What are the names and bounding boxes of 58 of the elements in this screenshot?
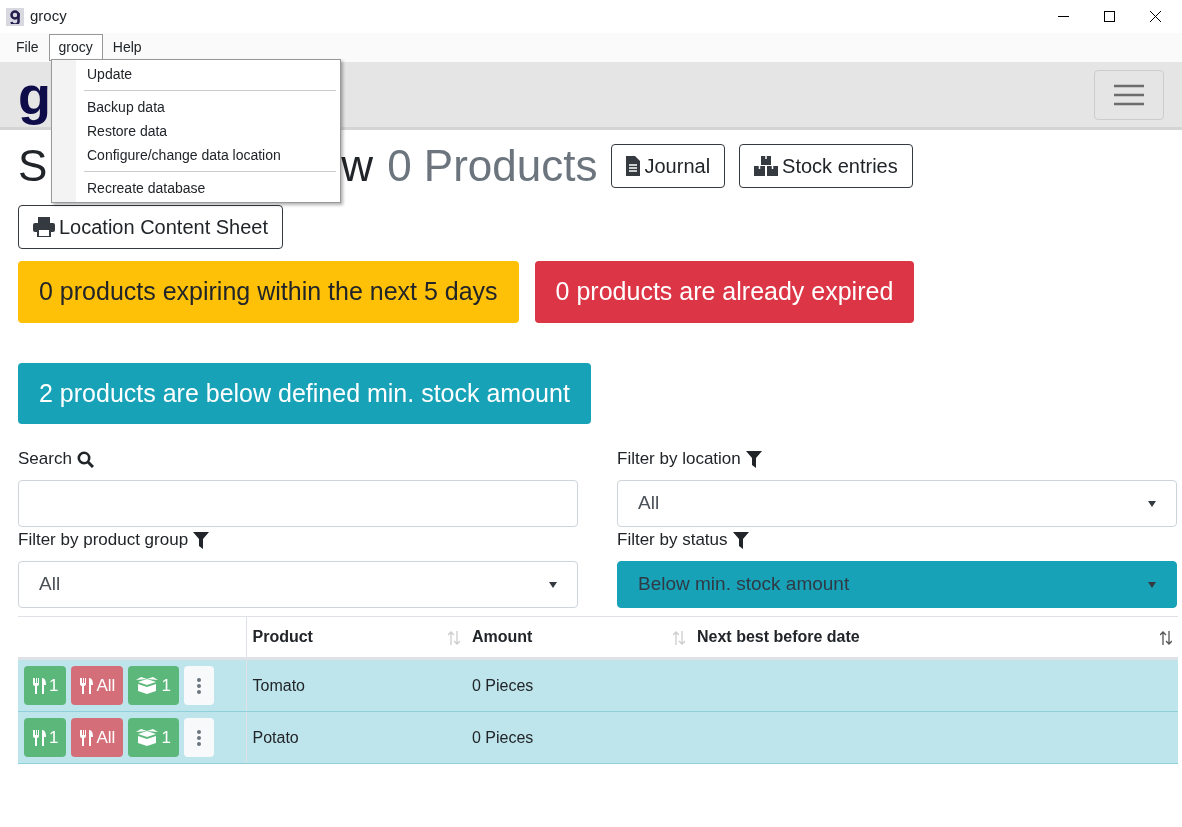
page-title: w <box>341 144 374 188</box>
menu-button[interactable] <box>1094 69 1164 120</box>
select-field[interactable]: All <box>18 561 578 608</box>
header-button[interactable]: Journal <box>611 144 726 188</box>
close-icon <box>1149 11 1161 22</box>
window-title: grocy <box>30 6 67 27</box>
menu-option[interactable]: Recreate database <box>52 176 340 200</box>
filter-icon <box>732 531 749 549</box>
table-cell: Tomato <box>246 658 466 712</box>
menu-option[interactable]: Restore data <box>52 119 340 143</box>
fork-knife-icon <box>32 677 46 694</box>
box-icon <box>136 729 159 746</box>
more-icon <box>196 729 201 746</box>
field-label: Filter by product group <box>18 529 189 552</box>
printer-icon <box>33 217 55 237</box>
menu-option[interactable]: Backup data <box>52 95 340 119</box>
table-cell: 0 Pieces <box>466 711 691 764</box>
maximize-icon <box>1103 11 1115 22</box>
boxes-icon <box>754 156 779 176</box>
fork-knife-icon <box>79 677 94 694</box>
column-header[interactable]: Next best before date <box>697 625 860 649</box>
document-icon <box>626 156 641 176</box>
field-label: Filter by location <box>617 448 741 471</box>
header-button[interactable]: Stock entries <box>739 144 913 188</box>
fork-knife-icon <box>32 729 46 746</box>
more-icon <box>196 677 201 694</box>
filter-icon <box>193 531 210 549</box>
field-label: Filter by status <box>617 529 728 552</box>
alert-banner: 0 products expiring within the next 5 days <box>18 261 519 323</box>
menu-icon <box>1114 83 1144 106</box>
page-title: S <box>18 144 48 188</box>
menu-item[interactable]: Help <box>102 34 152 61</box>
select-field[interactable]: Below min. stock amount <box>617 561 1177 608</box>
app-icon <box>6 7 24 26</box>
column-header[interactable]: Product <box>252 625 313 649</box>
filter-icon <box>745 450 762 468</box>
column-header[interactable]: Amount <box>472 625 533 649</box>
fork-knife-icon <box>79 729 94 746</box>
more-button[interactable] <box>183 666 214 705</box>
menu-option[interactable]: Configure/change data location <box>52 143 340 167</box>
product-count: 0 Products <box>387 144 598 188</box>
box-icon <box>136 677 159 694</box>
more-button[interactable] <box>183 718 214 757</box>
field-label: Search <box>18 448 72 471</box>
search-field[interactable] <box>18 480 578 527</box>
table-cell: Potato <box>246 711 466 764</box>
table-cell: 0 Pieces <box>466 658 691 712</box>
caret-icon <box>1148 500 1156 507</box>
alert-banner: 0 products are already expired <box>534 261 915 323</box>
search-icon <box>76 450 94 468</box>
menu-option[interactable]: Update <box>52 62 340 86</box>
caret-icon <box>1148 581 1156 588</box>
select-field[interactable]: All <box>617 480 1177 527</box>
print-button[interactable]: Location Content Sheet <box>18 205 284 249</box>
caret-icon <box>549 581 557 588</box>
menu-item[interactable]: grocy <box>48 34 103 61</box>
alert-banner: 2 products are below defined min. stock amount <box>18 362 591 424</box>
menu-item[interactable]: File <box>6 34 49 61</box>
